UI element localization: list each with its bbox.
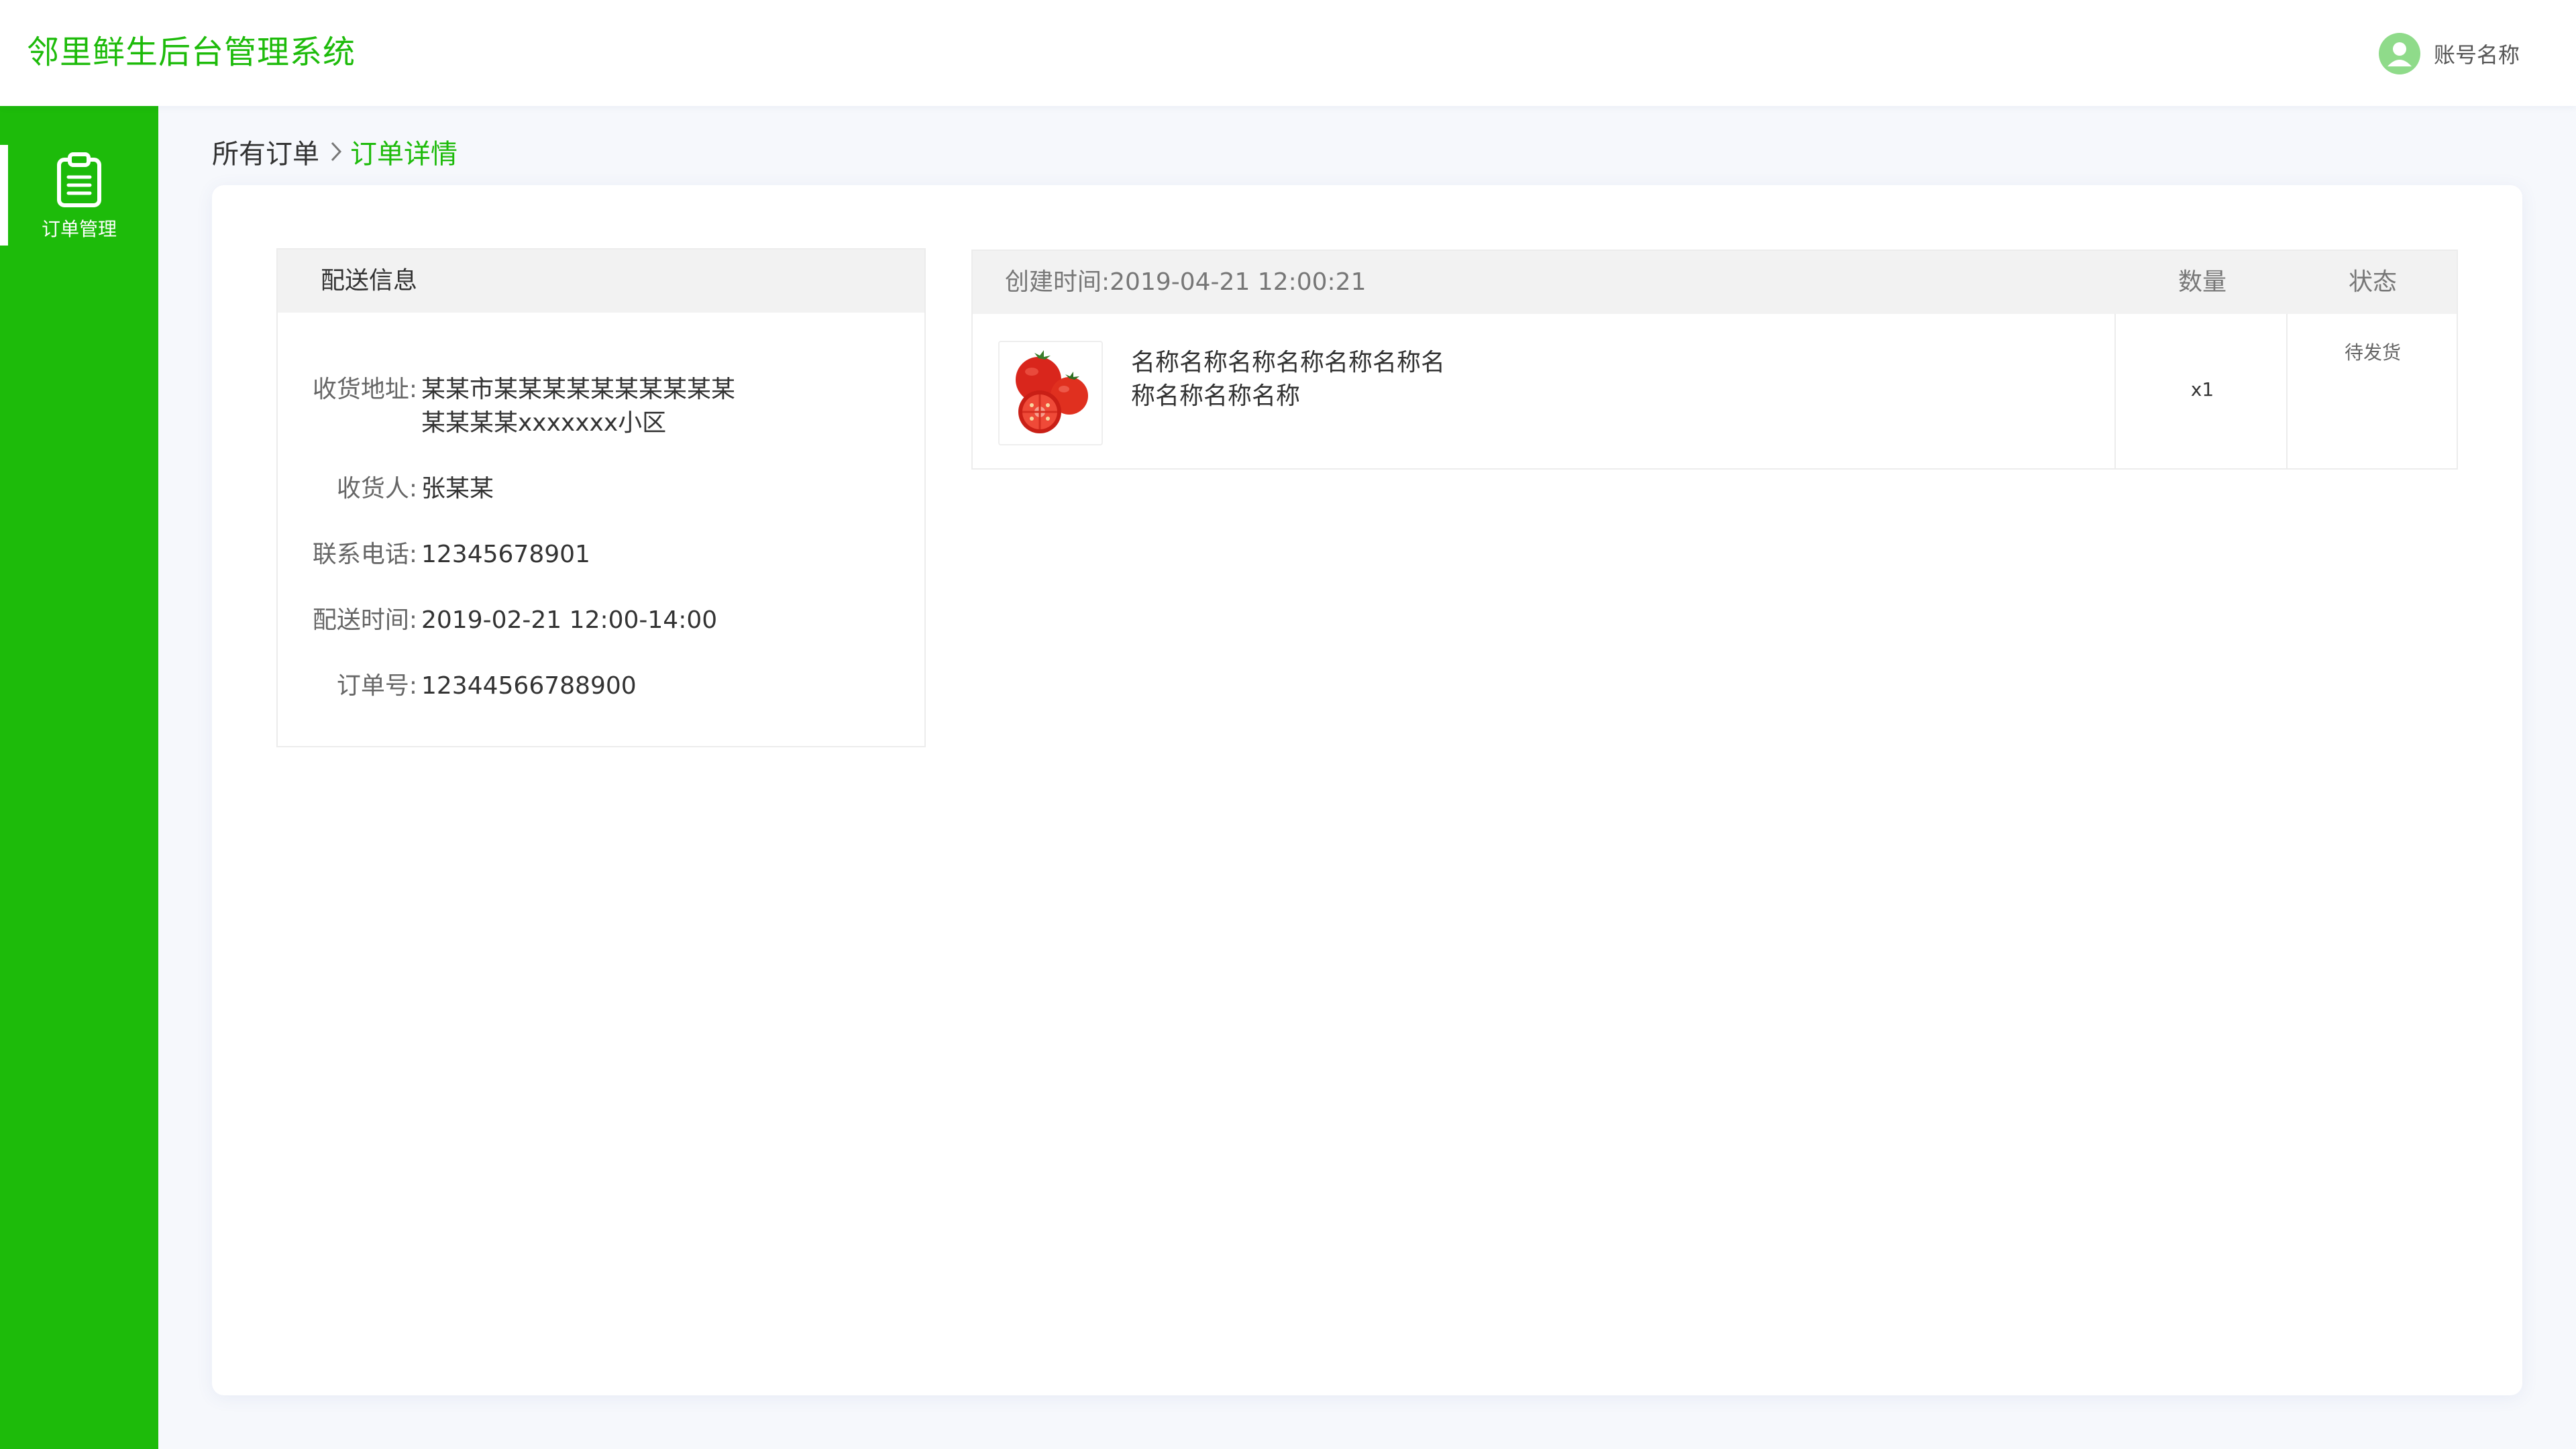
status-column-header: 状态	[2348, 268, 2397, 296]
order-items-table: 创建时间:2019-04-21 12:00:21 数量 状态 名称名称名称名称名…	[971, 250, 2458, 470]
address-label: 收货地址:	[312, 376, 417, 403]
product-quantity: x1	[2190, 378, 2214, 400]
order-table-header: 创建时间:2019-04-21 12:00:21 数量 状态	[973, 251, 2457, 314]
app-title: 邻里鲜生后台管理系统	[27, 34, 356, 71]
delivery-time-label: 配送时间:	[312, 606, 417, 634]
receiver-label: 收货人:	[336, 475, 417, 502]
sidebar-item-label: 订单管理	[41, 218, 117, 240]
order-number-row: 订单号: 12344566788900	[278, 669, 924, 703]
sidebar-item-order-management[interactable]: 订单管理	[0, 145, 158, 246]
user-avatar-icon[interactable]	[2378, 33, 2420, 74]
chevron-right-icon	[325, 138, 347, 165]
delivery-time-row: 配送时间: 2019-02-21 12:00-14:00	[278, 604, 924, 637]
product-name: 名称名称名称名称名称名称名称名称名称名称	[1131, 349, 1446, 410]
address-value: 某某市某某某某某某某某某某某某某某xxxxxxx小区	[421, 376, 736, 437]
created-time-label: 创建时间:	[1005, 268, 1110, 296]
top-header: 邻里鲜生后台管理系统 账号名称	[0, 0, 2576, 106]
order-number-label: 订单号:	[336, 672, 417, 700]
account-menu[interactable]: 账号名称	[2378, 32, 2520, 75]
breadcrumb-current: 订单详情	[350, 139, 458, 170]
created-time-value: 2019-04-21 12:00:21	[1110, 268, 1366, 296]
tomato-image	[998, 341, 1103, 445]
account-name[interactable]: 账号名称	[2434, 38, 2520, 69]
phone-row: 联系电话: 12345678901	[278, 538, 924, 572]
receiver-row: 收货人: 张某某	[278, 472, 924, 506]
order-number-value: 12344566788900	[421, 672, 637, 700]
delivery-time-value: 2019-02-21 12:00-14:00	[421, 606, 718, 634]
column-divider	[2114, 314, 2116, 470]
delivery-info-title: 配送信息	[278, 250, 924, 313]
clipboard-icon	[55, 152, 103, 208]
phone-value: 12345678901	[421, 541, 590, 568]
address-row: 收货地址: 某某市某某某某某某某某某某某某某某xxxxxxx小区	[278, 373, 924, 440]
status-badge: 待发货	[2344, 341, 2401, 364]
receiver-value: 张某某	[421, 475, 494, 502]
quantity-column-header: 数量	[2178, 268, 2226, 296]
delivery-info-panel: 配送信息 收货地址: 某某市某某某某某某某某某某某某某某xxxxxxx小区 收货…	[276, 248, 926, 747]
created-time: 创建时间:2019-04-21 12:00:21	[1005, 251, 1366, 314]
sidebar: 订单管理	[0, 106, 158, 1449]
order-detail-card: 配送信息 收货地址: 某某市某某某某某某某某某某某某某某xxxxxxx小区 收货…	[212, 185, 2522, 1395]
phone-label: 联系电话:	[312, 541, 417, 568]
breadcrumb: 所有订单 订单详情	[212, 133, 458, 170]
breadcrumb-all-orders-link[interactable]: 所有订单	[212, 132, 319, 171]
